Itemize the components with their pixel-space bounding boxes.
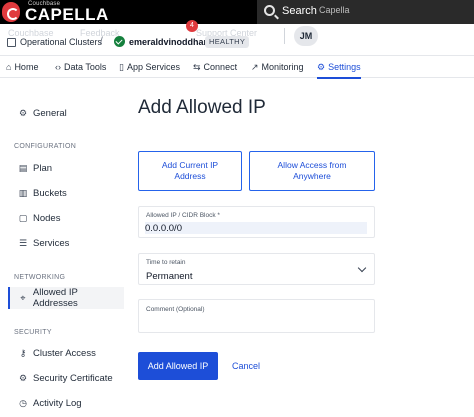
main-nav: ⌂ Home ‹› Data Tools ▯ App Services ⇆ Co… bbox=[0, 56, 474, 79]
tab-label: Home bbox=[14, 62, 39, 72]
comment-label: Comment (Optional) bbox=[146, 306, 205, 313]
comment-input[interactable] bbox=[145, 318, 367, 330]
certificate-icon: ⚙ bbox=[18, 372, 28, 383]
section-security: SECURITY bbox=[14, 329, 52, 336]
retention-label: Time to retain bbox=[146, 259, 186, 266]
search-label: Search bbox=[282, 5, 317, 17]
tab-settings[interactable]: ⚙ Settings bbox=[317, 56, 361, 79]
sidebar-item-label: Security Certificate bbox=[33, 372, 113, 384]
app-services-icon: ▯ bbox=[119, 61, 124, 72]
tab-label: Settings bbox=[328, 62, 361, 72]
avatar[interactable]: JM bbox=[294, 26, 318, 46]
retention-select[interactable]: Time to retain Permanent bbox=[138, 253, 375, 285]
notification-badge[interactable]: 4 bbox=[186, 20, 198, 32]
allow-anywhere-button[interactable]: Allow Access from Anywhere bbox=[249, 151, 375, 191]
cluster-bar: Couchbase Feedback Support Center Operat… bbox=[0, 20, 474, 56]
comment-field[interactable]: Comment (Optional) bbox=[138, 299, 375, 333]
cidr-input[interactable] bbox=[145, 222, 367, 234]
sidebar-item-label: Activity Log bbox=[33, 397, 82, 409]
settings-icon: ⚙ bbox=[18, 107, 28, 118]
plan-icon: ▤ bbox=[18, 162, 28, 173]
tab-monitoring[interactable]: ↗ Monitoring bbox=[251, 56, 304, 78]
tab-data-tools[interactable]: ‹› Data Tools bbox=[55, 56, 106, 78]
sidebar-item-label: Buckets bbox=[33, 187, 67, 199]
data-tools-icon: ‹› bbox=[55, 62, 61, 72]
buckets-icon: ▥ bbox=[18, 187, 28, 198]
add-current-ip-button[interactable]: Add Current IP Address bbox=[138, 151, 242, 191]
home-icon: ⌂ bbox=[6, 62, 12, 72]
healthy-check-icon bbox=[114, 36, 125, 47]
top-bar: Couchbase CAPELLA Search bbox=[0, 0, 474, 24]
search-input[interactable] bbox=[319, 5, 469, 15]
sidebar-item-label: Nodes bbox=[33, 212, 61, 224]
search-icon bbox=[264, 5, 275, 16]
section-networking: NETWORKING bbox=[14, 274, 66, 281]
sidebar-item-cluster-access[interactable]: ⚷ Cluster Access bbox=[8, 342, 124, 364]
tab-home[interactable]: ⌂ Home bbox=[6, 56, 38, 78]
page-title: Add Allowed IP bbox=[138, 97, 266, 118]
key-icon: ⚷ bbox=[19, 347, 27, 358]
sidebar-item-services[interactable]: ☰ Services bbox=[8, 232, 124, 254]
divider bbox=[284, 28, 285, 44]
monitoring-icon: ↗ bbox=[251, 61, 259, 72]
settings-icon: ⚙ bbox=[317, 61, 326, 72]
tab-label: Connect bbox=[203, 62, 238, 72]
sidebar-item-plan[interactable]: ▤ Plan bbox=[8, 157, 124, 179]
breadcrumb-separator: / bbox=[100, 36, 103, 47]
sidebar-item-label: Allowed IP Addresses bbox=[32, 287, 78, 309]
settings-sidebar: ⚙ General CONFIGURATION ▤ Plan ▥ Buckets… bbox=[0, 79, 128, 417]
sidebar-item-security-certificate[interactable]: ⚙ Security Certificate bbox=[8, 367, 124, 389]
connect-icon: ⇆ bbox=[193, 61, 201, 72]
brand-name: CAPELLA bbox=[25, 5, 109, 24]
chevron-down-icon bbox=[357, 263, 367, 273]
sidebar-item-activity-log[interactable]: ◷ Activity Log bbox=[8, 392, 124, 414]
status-badge: HEALTHY bbox=[205, 36, 250, 48]
tab-label: App Services bbox=[126, 62, 180, 72]
sidebar-item-label: Cluster Access bbox=[33, 347, 96, 359]
sidebar-item-label: Services bbox=[33, 237, 70, 249]
sidebar-item-label: General bbox=[33, 107, 67, 119]
section-configuration: CONFIGURATION bbox=[14, 143, 77, 150]
retention-value: Permanent bbox=[146, 271, 193, 282]
tab-label: Data Tools bbox=[64, 62, 107, 72]
cancel-button[interactable]: Cancel bbox=[232, 352, 260, 380]
nodes-icon: ▢ bbox=[18, 212, 28, 223]
sidebar-item-general[interactable]: ⚙ General bbox=[8, 102, 124, 124]
couchbase-logo-icon bbox=[2, 2, 20, 22]
tab-app-services[interactable]: ▯ App Services bbox=[119, 56, 180, 78]
location-pin-icon: ⌖ bbox=[20, 292, 26, 303]
sidebar-item-label: Plan bbox=[33, 162, 53, 174]
activity-log-icon: ◷ bbox=[19, 397, 27, 408]
sidebar-item-buckets[interactable]: ▥ Buckets bbox=[8, 182, 124, 204]
cluster-name[interactable]: emeraldvinoddham bbox=[129, 37, 212, 47]
global-search[interactable]: Search bbox=[257, 0, 474, 24]
services-icon: ☰ bbox=[18, 237, 28, 248]
main-content: Add Allowed IP Add Current IP Address Al… bbox=[128, 79, 474, 417]
cidr-field[interactable]: Allowed IP / CIDR Block * bbox=[138, 206, 375, 238]
breadcrumb-operational-clusters[interactable]: Operational Clusters bbox=[20, 37, 102, 47]
clusters-icon bbox=[7, 38, 16, 47]
sidebar-item-nodes[interactable]: ▢ Nodes bbox=[8, 207, 124, 229]
tab-label: Monitoring bbox=[261, 62, 304, 72]
cidr-label: Allowed IP / CIDR Block * bbox=[146, 212, 220, 219]
sidebar-item-allowed-ip-addresses[interactable]: ⌖ Allowed IP Addresses bbox=[8, 287, 124, 309]
tab-connect[interactable]: ⇆ Connect bbox=[193, 56, 237, 78]
add-allowed-ip-button[interactable]: Add Allowed IP bbox=[138, 352, 218, 380]
